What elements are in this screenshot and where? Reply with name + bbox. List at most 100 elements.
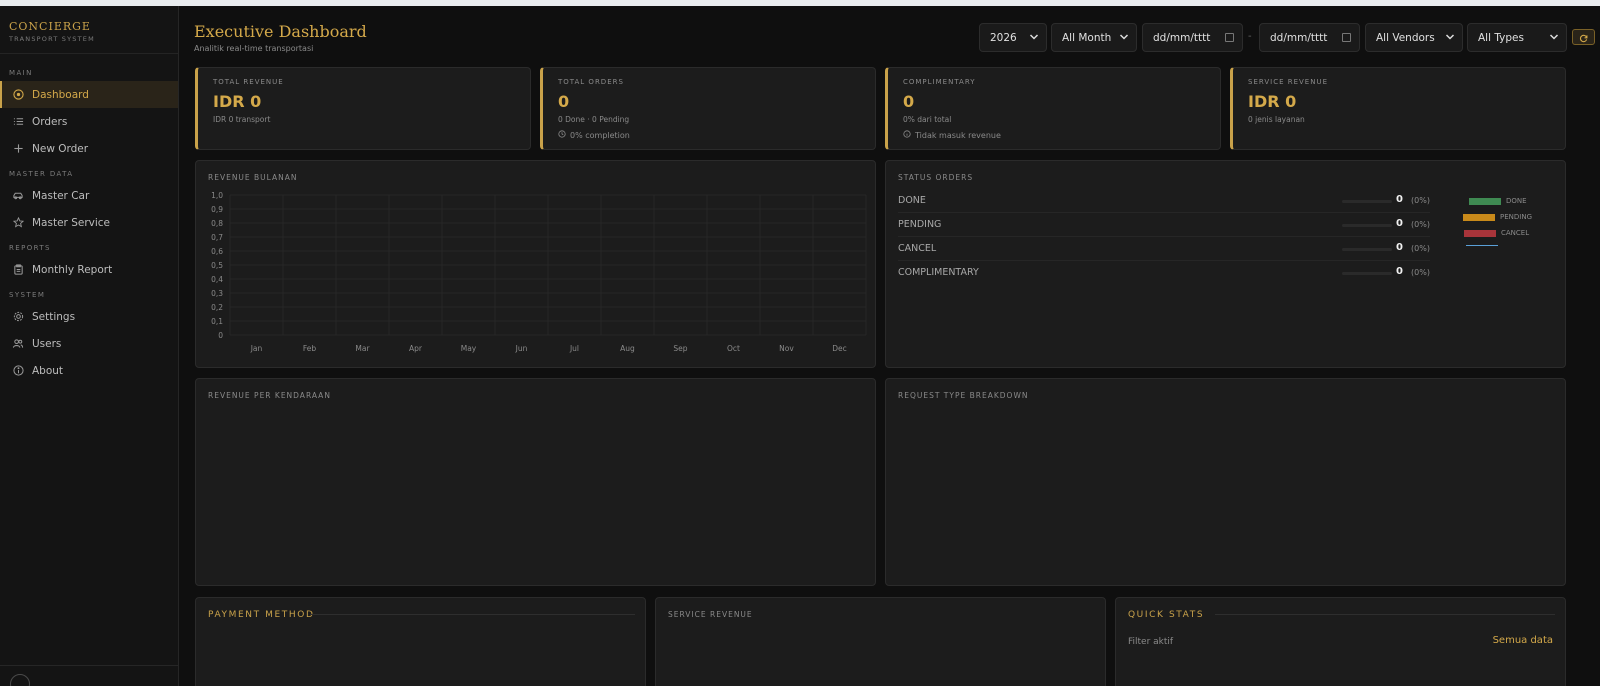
legend-item-done[interactable]: DONE: [1469, 197, 1527, 205]
chevron-down-icon: [1445, 32, 1455, 45]
status-progress-bar: [1342, 272, 1392, 275]
date-from-input[interactable]: dd/mm/tttt: [1142, 23, 1243, 52]
info-icon: [12, 365, 24, 377]
kpi-sub-secondary: 0% completion: [558, 130, 875, 140]
legend-swatch: [1464, 229, 1496, 237]
calendar-icon[interactable]: [1342, 33, 1351, 42]
status-percent: (0%): [1411, 220, 1430, 229]
gear-icon: [12, 311, 24, 323]
kpi-sub: 0% dari total: [903, 115, 952, 124]
sidebar-item-label: About: [32, 364, 64, 377]
sidebar-item-monthly-report[interactable]: Monthly Report: [0, 256, 178, 283]
sidebar-item-settings[interactable]: Settings: [0, 303, 178, 330]
sidebar-item-label: Master Service: [32, 216, 111, 229]
chart-x-tick-label: Dec: [832, 344, 847, 353]
sidebar-item-about[interactable]: About: [0, 357, 178, 384]
avatar[interactable]: [10, 674, 30, 686]
sidebar-item-orders[interactable]: Orders: [0, 108, 178, 135]
chart-y-tick-label: 0,2: [211, 303, 223, 312]
year-select[interactable]: 2026: [979, 23, 1047, 52]
car-icon: [12, 190, 24, 202]
kpi-sub: 0 jenis layanan: [1248, 115, 1305, 124]
legend-item-pending[interactable]: PENDING: [1463, 213, 1532, 221]
panel-title-divider: [1215, 614, 1555, 615]
sidebar-item-new-order[interactable]: New Order: [0, 135, 178, 162]
quick-stats-filter-label: Filter aktif: [1128, 637, 1174, 647]
chart-x-tick-label: Feb: [303, 344, 317, 353]
status-progress-bar: [1342, 200, 1392, 203]
chart-y-tick-label: 0,4: [211, 275, 223, 284]
revenue-vehicle-panel: REVENUE PER KENDARAAN: [195, 378, 876, 586]
status-row-done: DONE 0 (0%): [898, 189, 1430, 213]
brand: CONCIERGE TRANSPORT SYSTEM: [0, 6, 178, 54]
kpi-total-orders: TOTAL ORDERS 0 0 Done · 0 Pending 0% com…: [540, 67, 876, 150]
kpi-label: SERVICE REVENUE: [1248, 78, 1329, 86]
brand-subtitle: TRANSPORT SYSTEM: [9, 35, 95, 43]
status-orders-panel: STATUS ORDERS DONE 0 (0%) PENDING 0 (0%)…: [885, 160, 1566, 368]
sidebar-item-master-car[interactable]: Master Car: [0, 182, 178, 209]
kpi-sub: IDR 0 transport: [213, 115, 271, 124]
chart-x-tick-label: Oct: [727, 344, 740, 353]
chart-y-tick-label: 0,6: [211, 247, 223, 256]
year-select-value: 2026: [990, 31, 1017, 44]
kpi-label: TOTAL ORDERS: [558, 78, 624, 86]
revenue-monthly-panel: REVENUE BULANAN 1,0 0,9 0,8 0,7 0,6 0,5 0,4 0,3…: [195, 160, 876, 368]
sidebar-item-dashboard[interactable]: Dashboard: [0, 81, 178, 108]
info-circle-icon: [903, 130, 911, 140]
panel-title: QUICK STATS: [1128, 610, 1205, 620]
refresh-button[interactable]: [1572, 29, 1595, 45]
legend-label: PENDING: [1500, 213, 1532, 221]
kpi-value: IDR 0: [1248, 92, 1297, 111]
legend-label: DONE: [1506, 197, 1527, 205]
star-icon: [12, 217, 24, 229]
legend-swatch: [1463, 213, 1495, 221]
legend-item-cancel[interactable]: CANCEL: [1464, 229, 1529, 237]
kpi-sub-secondary-text: Tidak masuk revenue: [915, 130, 1001, 140]
status-percent: (0%): [1411, 268, 1430, 277]
calendar-icon[interactable]: [1225, 33, 1234, 42]
chevron-down-icon: [1549, 32, 1559, 45]
nav-section-main: MAIN: [9, 69, 33, 77]
kpi-sub: 0 Done · 0 Pending: [558, 115, 630, 124]
chart-y-tick-label: 0,5: [211, 261, 223, 270]
quick-stats-panel: QUICK STATS Filter aktif Semua data: [1115, 597, 1566, 686]
kpi-label: COMPLIMENTARY: [903, 78, 976, 86]
chart-x-tick-label: Jul: [569, 344, 579, 353]
status-label: CANCEL: [898, 243, 937, 254]
kpi-value: 0: [903, 92, 915, 111]
chart-y-tick-label: 0,8: [211, 219, 223, 228]
dashboard-icon: [12, 89, 24, 101]
sidebar-item-users[interactable]: Users: [0, 330, 178, 357]
kpi-sub-secondary: Tidak masuk revenue: [903, 130, 1220, 140]
nav-section-master-data: MASTER DATA: [9, 170, 74, 178]
chart-y-tick-label: 0,3: [211, 289, 223, 298]
chart-y-tick-label: 0,9: [211, 205, 223, 214]
nav-section-system: SYSTEM: [9, 291, 46, 299]
legend-swatch: [1469, 197, 1501, 205]
chart-x-tick-label: Jun: [515, 344, 528, 353]
type-select[interactable]: All Types: [1467, 23, 1567, 52]
vendor-select[interactable]: All Vendors: [1365, 23, 1463, 52]
kpi-value: 0: [558, 92, 570, 111]
date-range-separator: -: [1248, 31, 1252, 42]
panel-title: REQUEST TYPE BREAKDOWN: [898, 391, 1029, 400]
panel-title-divider: [310, 614, 635, 615]
list-icon: [12, 116, 24, 128]
sidebar-item-master-service[interactable]: Master Service: [0, 209, 178, 236]
date-to-input[interactable]: dd/mm/tttt: [1259, 23, 1360, 52]
date-to-placeholder: dd/mm/tttt: [1270, 31, 1328, 44]
sidebar-item-label: Dashboard: [32, 88, 89, 101]
chevron-down-icon: [1119, 32, 1129, 45]
brand-title: CONCIERGE: [9, 20, 91, 33]
month-select[interactable]: All Month: [1051, 23, 1137, 52]
clipboard-icon: [12, 264, 24, 276]
type-select-value: All Types: [1478, 31, 1524, 44]
chart-x-tick-label: Mar: [355, 344, 370, 353]
status-count: 0: [1396, 194, 1403, 205]
sidebar-item-label: Orders: [32, 115, 68, 128]
legend-label: CANCEL: [1501, 229, 1530, 237]
user-profile-bar[interactable]: [0, 665, 179, 686]
sidebar-item-label: Monthly Report: [32, 263, 113, 276]
plus-icon: [12, 143, 24, 155]
quick-stats-filter-value: Semua data: [1492, 635, 1553, 646]
